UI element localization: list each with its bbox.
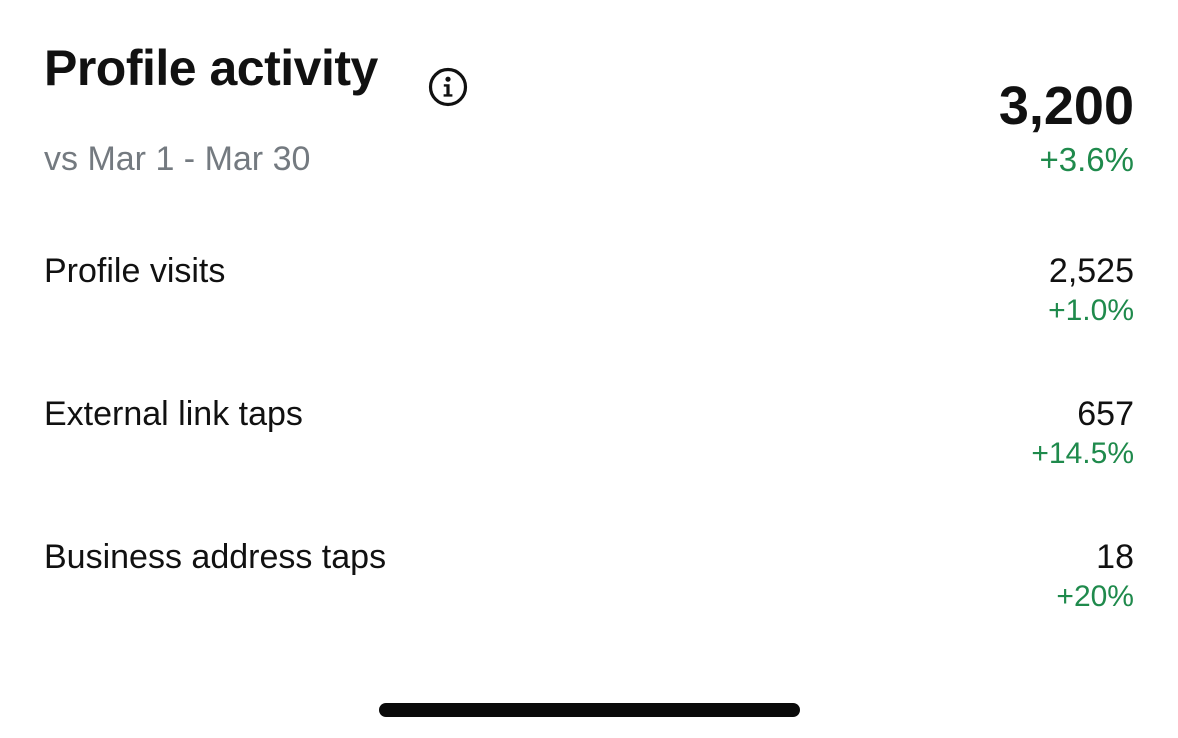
total-activity-value: 3,200 [998,76,1134,136]
metric-label: Business address taps [44,538,387,576]
metric-change: +14.5% [1031,437,1134,470]
home-indicator[interactable] [379,703,800,717]
metric-value: 2,525 [1048,252,1134,290]
metric-row-profile-visits[interactable]: Profile visits 2,525 +1.0% [44,250,1134,350]
metric-change: +1.0% [1048,294,1134,327]
metric-label: Profile visits [44,252,226,290]
metric-label: External link taps [44,395,303,433]
page-title: Profile activity [44,40,378,96]
comparison-period: vs Mar 1 - Mar 30 [44,140,311,178]
total-activity-change: +3.6% [1039,141,1135,178]
metric-value: 18 [1096,538,1134,576]
metric-value: 657 [1077,395,1134,433]
metric-row-business-address-taps[interactable]: Business address taps 18 +20% [44,536,1134,636]
metric-row-external-link-taps[interactable]: External link taps 657 +14.5% [44,393,1134,493]
metric-change: +20% [1056,580,1134,613]
info-icon[interactable] [428,67,468,107]
